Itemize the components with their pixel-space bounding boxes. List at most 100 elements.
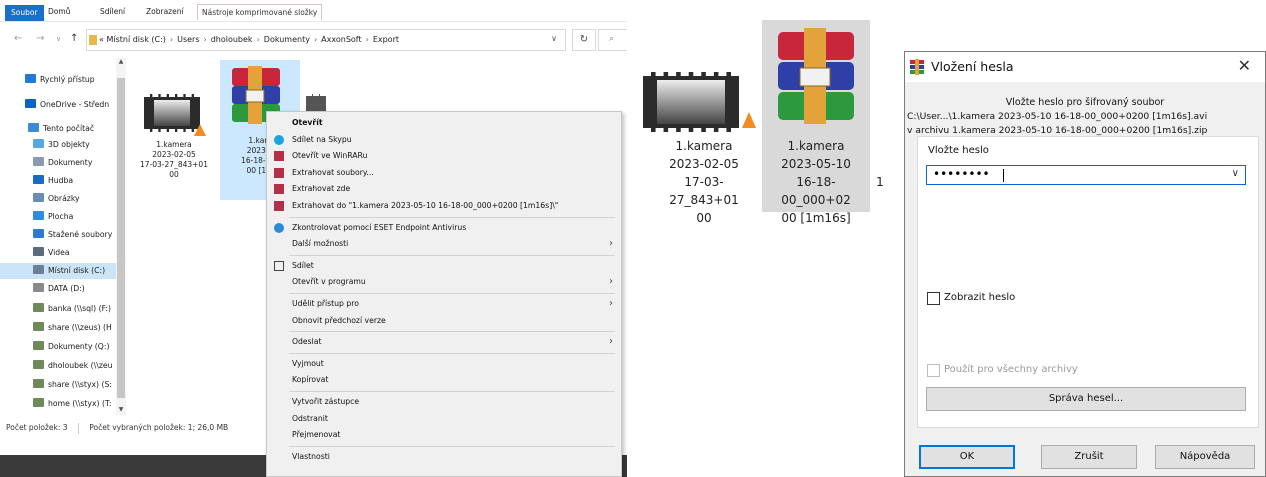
menu-item[interactable]: Přejmenovat xyxy=(267,427,621,443)
nav-item[interactable]: Místní disk (C:) xyxy=(0,263,116,279)
dialog-prompt: Vložte heslo pro šifrovaný soubor xyxy=(1005,97,1165,108)
menu-item[interactable]: Obnovit předchozí verze xyxy=(267,313,621,329)
breadcrumb-separator-icon[interactable]: › xyxy=(204,35,207,44)
password-dropdown-icon[interactable]: ∨ xyxy=(1232,168,1239,179)
network-drive-icon xyxy=(33,303,44,312)
address-dropdown-icon[interactable]: ∨ xyxy=(551,34,557,43)
music-icon xyxy=(33,175,44,184)
menu-item[interactable]: Otevřít ve WinRARu xyxy=(267,148,621,164)
menu-item[interactable]: Odstranit xyxy=(267,411,621,427)
refresh-button[interactable]: ↻ xyxy=(572,29,596,51)
password-input[interactable]: •••••••• ∨ xyxy=(926,165,1246,185)
menu-item[interactable]: Vlastnosti xyxy=(267,449,621,465)
menu-item[interactable]: Otevřít xyxy=(267,115,621,131)
nav-item[interactable]: home (\\styx) (T: xyxy=(0,396,116,412)
tab-compressed-folder-tools[interactable]: Nástroje komprimované složky xyxy=(197,4,323,20)
nav-item-label: Stažené soubory xyxy=(48,230,113,239)
nav-item[interactable]: Dokumenty (Q:) xyxy=(0,339,116,355)
nav-item[interactable]: Plocha xyxy=(0,209,116,225)
menu-item[interactable]: Kopírovat xyxy=(267,372,621,388)
scroll-down-icon[interactable]: ▼ xyxy=(116,406,126,413)
menu-item-label: Odeslat xyxy=(292,337,322,347)
nav-item[interactable]: share (\\zeus) (H xyxy=(0,320,116,336)
menu-item[interactable]: Vytvořit zástupce xyxy=(267,394,621,410)
close-icon[interactable]: ✕ xyxy=(1238,56,1251,75)
up-arrow-icon[interactable]: ↑ xyxy=(70,33,78,44)
menu-item[interactable]: Extrahovat do "1.kamera 2023-05-10 16-18… xyxy=(267,198,621,214)
nav-item[interactable]: Stažené soubory xyxy=(0,227,116,243)
breadcrumb-separator-icon[interactable]: › xyxy=(257,35,260,44)
menu-item[interactable]: Odeslat › xyxy=(267,334,621,350)
breadcrumb-separator-icon[interactable]: › xyxy=(170,35,173,44)
breadcrumb-item[interactable]: AxxonSoft xyxy=(321,35,361,44)
menu-item[interactable]: Zkontrolovat pomocí ESET Endpoint Antivi… xyxy=(267,220,621,236)
breadcrumb-item[interactable]: « xyxy=(99,35,104,44)
nav-item-label: Rychlý přístup xyxy=(40,75,95,84)
drive-icon xyxy=(33,265,44,274)
ok-button[interactable]: OK xyxy=(919,445,1015,469)
menu-item[interactable]: Sdílet na Skypu xyxy=(267,132,621,148)
forward-arrow-icon[interactable]: → xyxy=(36,33,44,44)
file-item-video[interactable]: 1.kamera 2023-02-05 17-03-27_843+01 00 xyxy=(138,64,210,194)
menu-item[interactable]: Extrahovat soubory... xyxy=(267,165,621,181)
menu-item[interactable]: Sdílet xyxy=(267,258,621,274)
nav-item[interactable]: banka (\\sql) (F:) xyxy=(0,301,116,317)
help-button[interactable]: Nápověda xyxy=(1155,445,1255,469)
navigation-scrollbar[interactable]: ▲ ▼ xyxy=(116,58,126,415)
computer-icon xyxy=(28,123,39,132)
nav-item[interactable]: Rychlý přístup xyxy=(0,72,116,88)
tab-share[interactable]: Sdílení xyxy=(96,4,129,20)
menu-item[interactable]: Extrahovat zde xyxy=(267,181,621,197)
nav-item-label: OneDrive - Středn xyxy=(40,100,110,109)
nav-item[interactable]: Dokumenty xyxy=(0,155,116,171)
breadcrumb-separator-icon[interactable]: › xyxy=(366,35,369,44)
tab-view[interactable]: Zobrazení xyxy=(142,4,188,20)
nav-item-label: Místní disk (C:) xyxy=(48,266,106,275)
network-drive-icon xyxy=(33,322,44,331)
skype-icon xyxy=(274,134,284,145)
cancel-button[interactable]: Zrušit xyxy=(1041,445,1137,469)
address-bar[interactable]: « Místní disk (C:) › Users › dholoubek › Dokum… xyxy=(86,29,566,51)
menu-item-label: Otevřít v programu xyxy=(292,277,366,287)
nav-item[interactable]: Hudba xyxy=(0,173,116,189)
file-name: 1.kamera 2023-02-05 17-03-27_843+01 00 xyxy=(140,140,208,179)
use-for-all-archives-checkbox[interactable] xyxy=(927,364,940,377)
breadcrumb-item[interactable]: Export xyxy=(373,35,399,44)
breadcrumb-item[interactable]: dholoubek xyxy=(211,35,253,44)
nav-item-label: share (\\zeus) (H xyxy=(48,323,112,332)
nav-item[interactable]: Videa xyxy=(0,245,116,261)
menu-item[interactable]: Další možnosti › xyxy=(267,236,621,252)
nav-item-label: share (\\styx) (S: xyxy=(48,380,112,389)
breadcrumb-item[interactable]: Dokumenty xyxy=(264,35,310,44)
dialog-title-bar: Vložení hesla ✕ xyxy=(905,52,1265,82)
nav-item[interactable]: share (\\styx) (S: xyxy=(0,377,116,393)
search-icon[interactable]: ⌕ xyxy=(598,29,627,51)
manage-passwords-button[interactable]: Správa hesel... xyxy=(926,387,1246,411)
menu-item[interactable]: Otevřít v programu › xyxy=(267,274,621,290)
address-row: ← → ∨ ↑ « Místní disk (C:) › Users › dholoub… xyxy=(0,27,627,53)
scroll-up-icon[interactable]: ▲ xyxy=(116,58,126,65)
nav-item[interactable]: dholoubek (\\zeu xyxy=(0,358,116,374)
menu-item-label: Obnovit předchozí verze xyxy=(292,315,386,325)
encrypted-file-path: C:\User...\1.kamera 2023-05-10 16-18-00_… xyxy=(907,111,1208,122)
nav-item-label: Tento počítač xyxy=(43,124,95,133)
breadcrumb-item[interactable]: Users xyxy=(177,35,199,44)
submenu-chevron-icon: › xyxy=(609,336,613,348)
password-group: Vložte heslo •••••••• ∨ Zobrazit heslo P… xyxy=(917,136,1259,428)
scroll-thumb[interactable] xyxy=(117,78,125,398)
back-arrow-icon[interactable]: ← xyxy=(14,33,22,44)
nav-item[interactable]: Tento počítač xyxy=(0,121,116,137)
breadcrumb-separator-icon[interactable]: › xyxy=(314,35,317,44)
breadcrumb-item[interactable]: Místní disk (C:) xyxy=(106,35,165,44)
nav-item[interactable]: DATA (D:) xyxy=(0,281,116,297)
nav-item[interactable]: Obrázky xyxy=(0,191,116,207)
nav-item[interactable]: OneDrive - Středn xyxy=(0,97,116,113)
show-password-checkbox[interactable] xyxy=(927,292,940,305)
menu-item[interactable]: Udělit přístup pro › xyxy=(267,296,621,312)
menu-item[interactable]: Vyjmout xyxy=(267,356,621,372)
large-file-item-archive[interactable]: 1.kamera 2023-05-10 16-18-00_000+02 00 [1m1… xyxy=(762,20,870,225)
tab-file[interactable]: Soubor xyxy=(5,5,44,21)
recent-locations-chevron-icon[interactable]: ∨ xyxy=(56,35,61,43)
nav-item[interactable]: 3D objekty xyxy=(0,137,116,153)
tab-home[interactable]: Domů xyxy=(44,4,74,20)
